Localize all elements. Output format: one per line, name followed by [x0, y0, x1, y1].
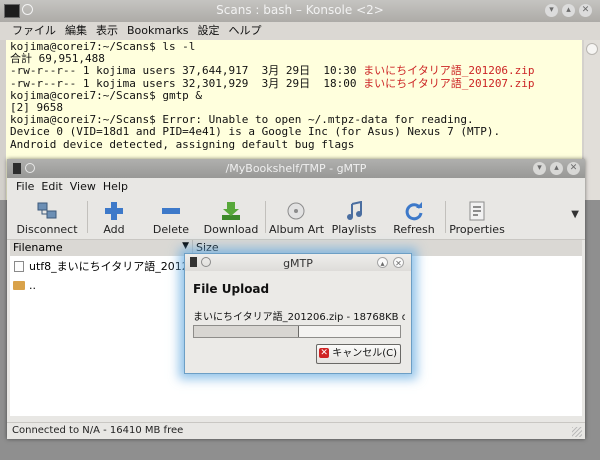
menu-view[interactable]: 表示 [96, 22, 118, 40]
gmtp-title: /MyBookshelf/TMP - gMTP [225, 162, 367, 175]
toolbar-separator [87, 201, 88, 233]
toolbar-separator [445, 201, 446, 233]
refresh-icon [405, 202, 423, 221]
cd-icon [287, 202, 305, 220]
maximize-icon[interactable]: ▴ [377, 257, 388, 268]
gmtp-toolbar: Disconnect Add Delete Download Album Art… [7, 195, 585, 240]
download-button[interactable]: Download [203, 195, 259, 239]
file-upload-dialog: gMTP ▴ ✕ File Upload まいにちイタリア語_201206.zi… [184, 253, 412, 374]
menu-file[interactable]: ファイル [12, 22, 56, 40]
konsole-menubar: ファイル 編集 表示 Bookmarks 設定 ヘルプ [0, 22, 600, 40]
menu-edit[interactable]: 編集 [65, 22, 87, 40]
menu-help[interactable]: ヘルプ [228, 22, 261, 40]
add-icon [105, 202, 123, 220]
list-item[interactable]: .. [10, 276, 200, 295]
konsole-titlebar[interactable]: Scans : bash – Konsole <2> ▾ ▴ ✕ [0, 0, 600, 22]
terminal-line: Android device detected, assigning defau… [10, 137, 355, 151]
download-icon [222, 202, 240, 220]
progress-fill [194, 326, 300, 337]
properties-icon [469, 201, 485, 221]
close-icon[interactable]: ✕ [393, 257, 404, 268]
close-icon[interactable]: ✕ [567, 162, 580, 175]
playlists-button[interactable]: Playlists [329, 195, 379, 239]
music-note-icon [347, 201, 362, 220]
album-art-button[interactable]: Album Art [269, 195, 324, 239]
folder-icon [13, 281, 25, 290]
status-text: Connected to N/A - 16410 MB free [12, 425, 184, 436]
resize-grip-icon[interactable] [572, 427, 582, 437]
zip-filename: まいにちイタリア語_201207.zip [363, 76, 535, 90]
konsole-title: Scans : bash – Konsole <2> [216, 3, 384, 17]
menu-help[interactable]: Help [103, 178, 128, 195]
filename-column-header[interactable]: Filename ▼ [10, 240, 193, 256]
delete-icon [162, 208, 180, 214]
terminal-line: kojima@corei7:~/Scans$ gmtp & [10, 88, 203, 102]
disconnect-icon [37, 202, 57, 219]
sort-arrow-icon: ▼ [182, 241, 189, 251]
scroll-up-icon[interactable] [586, 43, 598, 55]
upload-message: まいにちイタリア語_201206.zip - 18768KB of 36762K… [193, 312, 405, 323]
maximize-icon[interactable]: ▴ [562, 4, 575, 17]
maximize-icon[interactable]: ▴ [550, 162, 563, 175]
menu-settings[interactable]: 設定 [197, 22, 219, 40]
toolbar-separator [265, 201, 266, 233]
disconnect-button[interactable]: Disconnect [9, 195, 85, 239]
menu-edit[interactable]: Edit [41, 178, 62, 195]
cancel-icon: ✕ [319, 348, 330, 358]
minimize-icon[interactable]: ▾ [545, 4, 558, 17]
zip-filename: まいにちイタリア語_201206.zip [363, 64, 535, 78]
upload-progress-bar [193, 325, 401, 338]
menu-view[interactable]: View [70, 178, 96, 195]
toolbar-overflow-icon[interactable]: ▼ [571, 209, 579, 220]
list-item[interactable]: utf8_まいにちイタリア語_201206.zip [10, 257, 222, 276]
terminal-scrollbar[interactable] [584, 40, 600, 200]
gmtp-titlebar[interactable]: /MyBookshelf/TMP - gMTP ▾ ▴ ✕ [7, 159, 585, 178]
add-button[interactable]: Add [93, 195, 135, 239]
delete-button[interactable]: Delete [149, 195, 193, 239]
refresh-button[interactable]: Refresh [389, 195, 439, 239]
status-bar: Connected to N/A - 16410 MB free [7, 422, 585, 440]
cancel-button[interactable]: ✕ キャンセル(C) [316, 344, 401, 364]
minimize-icon[interactable]: ▾ [533, 162, 546, 175]
close-icon[interactable]: ✕ [579, 4, 592, 17]
dialog-titlebar[interactable]: gMTP ▴ ✕ [185, 254, 411, 271]
properties-button[interactable]: Properties [449, 195, 505, 239]
menu-bookmarks[interactable]: Bookmarks [127, 22, 188, 40]
menu-file[interactable]: File [16, 178, 34, 195]
dialog-heading: File Upload [193, 282, 270, 296]
file-icon [14, 261, 24, 272]
gmtp-menubar: File Edit View Help [7, 178, 585, 195]
